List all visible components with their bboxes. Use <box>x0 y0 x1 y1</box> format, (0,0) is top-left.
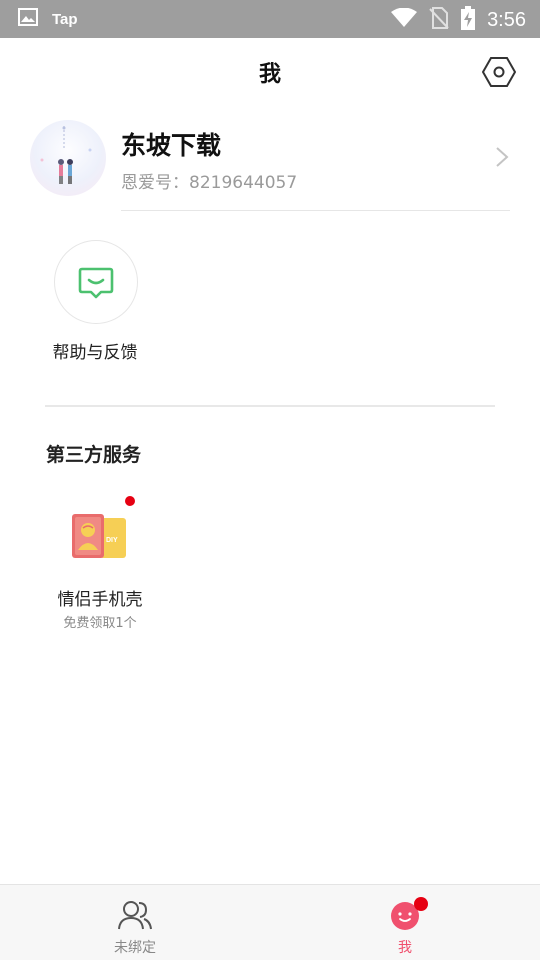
divider <box>121 210 510 211</box>
service-label: 情侣手机壳 <box>57 590 143 610</box>
help-icon-circle <box>54 240 138 324</box>
profile-name: 东坡下载 <box>121 131 222 160</box>
battery-charging-icon <box>461 6 476 34</box>
no-sim-icon <box>429 7 449 33</box>
tab-me-badge <box>414 897 428 911</box>
tab-me-label: 我 <box>398 940 412 956</box>
bottom-nav: 未绑定 我 <box>0 884 540 960</box>
status-bar: Tap 3:56 <box>0 0 540 38</box>
me-screen: Tap 3:56 我 东坡下载 恩爱号：8219644057 帮助与反馈 第三方… <box>0 0 540 960</box>
couple-illustration <box>40 126 92 184</box>
app-header: 我 <box>0 38 540 108</box>
tab-unbound[interactable]: 未绑定 <box>0 885 270 960</box>
profile-id: 恩爱号：8219644057 <box>121 173 298 193</box>
status-time: 3:56 <box>487 8 526 31</box>
tab-unbound-label: 未绑定 <box>114 940 156 956</box>
third-party-section-title: 第三方服务 <box>46 444 142 466</box>
avatar[interactable] <box>30 120 106 196</box>
people-icon <box>118 901 152 930</box>
status-app-label: Tap <box>52 10 78 28</box>
page-title: 我 <box>258 62 281 87</box>
phone-case-diy-icon: DIY <box>72 514 126 558</box>
image-icon <box>18 8 38 30</box>
hexagon-settings-icon <box>481 57 517 87</box>
settings-button[interactable] <box>481 55 517 89</box>
couple-phone-case-item[interactable]: DIY 情侣手机壳 免费领取1个 <box>40 490 160 635</box>
help-feedback-label: 帮助与反馈 <box>52 343 138 363</box>
svg-text:DIY: DIY <box>106 537 118 544</box>
profile-card[interactable]: 东坡下载 恩爱号：8219644057 <box>0 112 540 212</box>
help-feedback-button[interactable]: 帮助与反馈 <box>40 240 150 370</box>
service-subtitle: 免费领取1个 <box>63 616 137 631</box>
tab-me[interactable]: 我 <box>270 885 540 960</box>
chat-bubble-icon <box>78 267 114 299</box>
section-divider <box>45 405 495 407</box>
chevron-right-icon <box>496 147 509 167</box>
wifi-icon <box>391 7 418 32</box>
new-badge <box>125 496 135 506</box>
